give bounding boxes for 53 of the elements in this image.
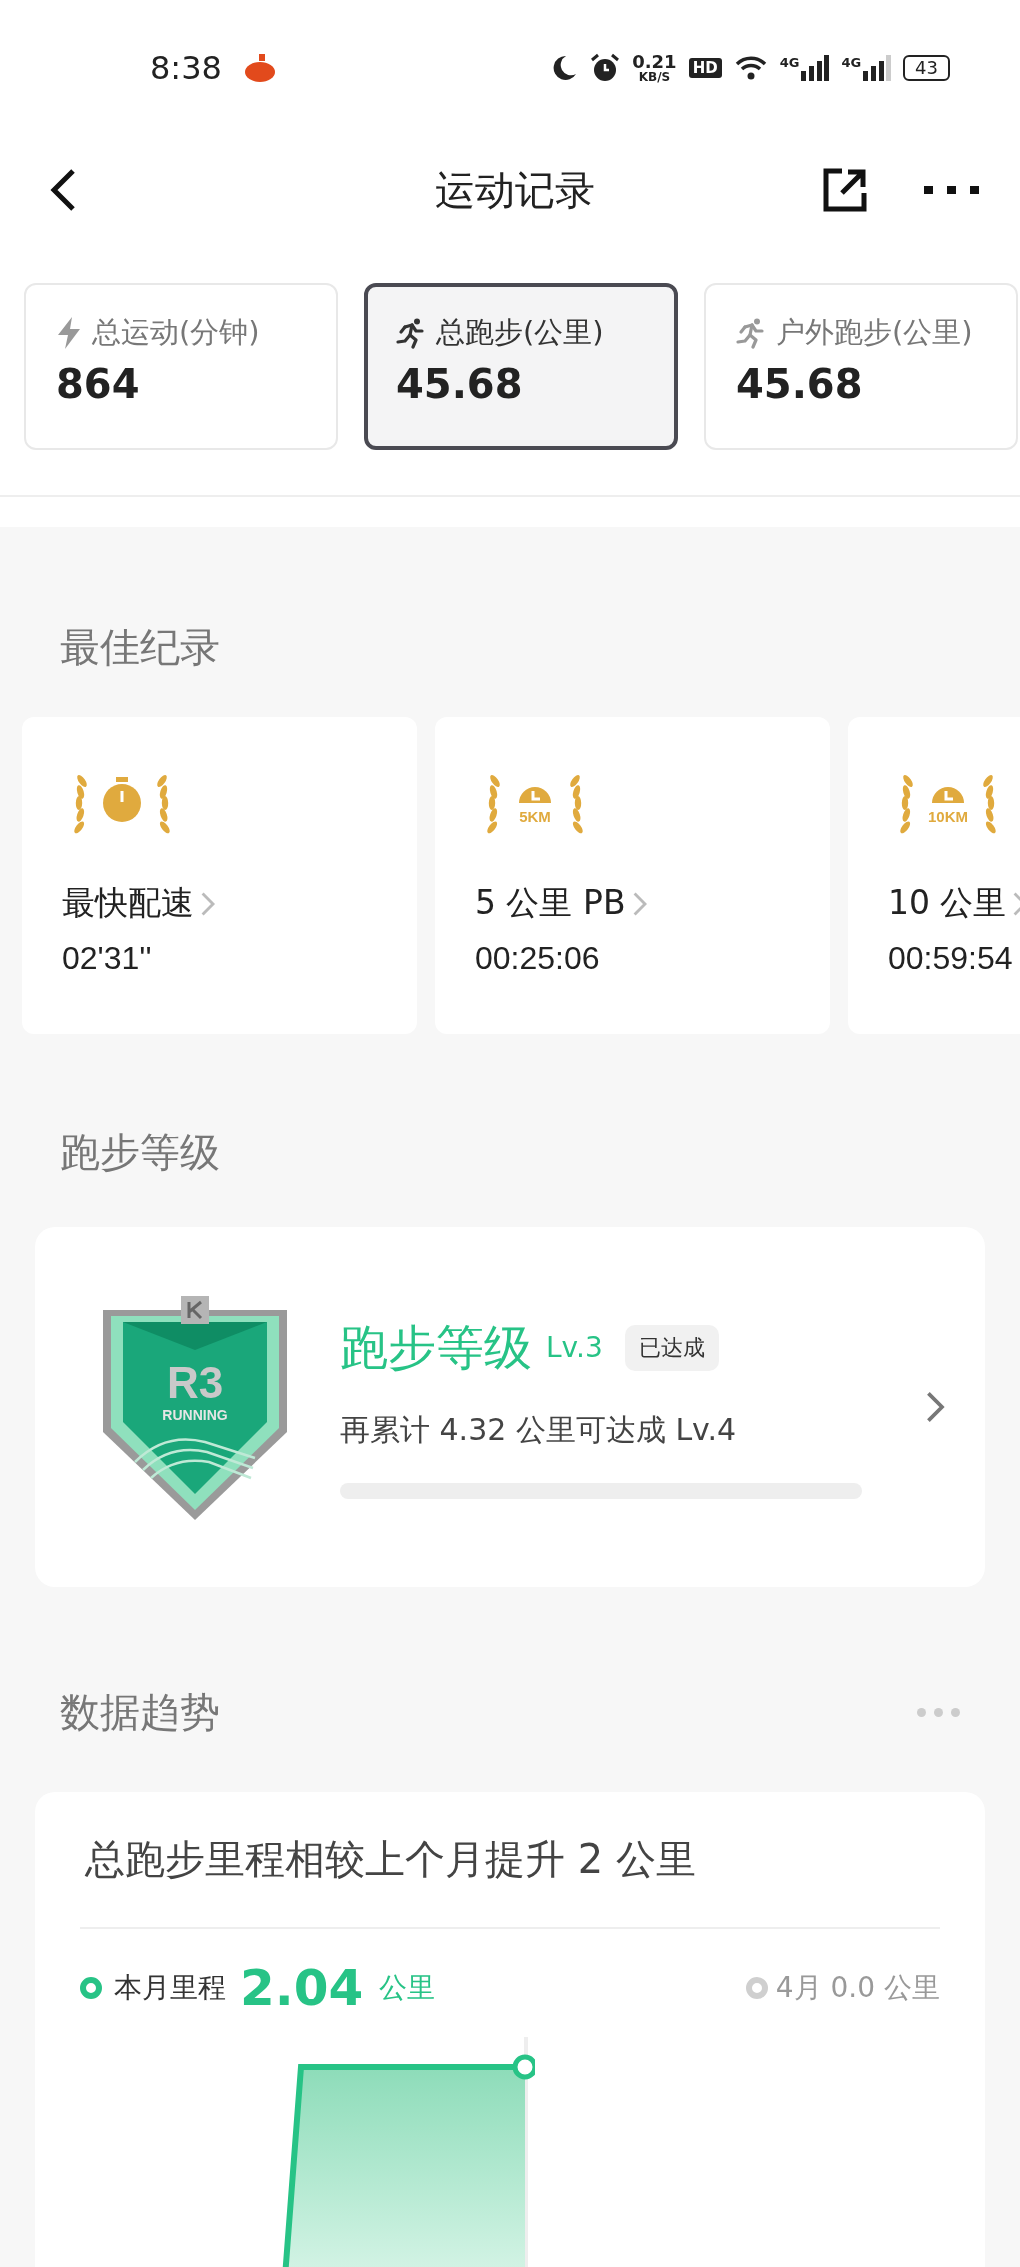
- record-label: 最快配速: [62, 882, 194, 924]
- section-heading: 跑步等级: [60, 1128, 220, 1177]
- distance-unit: 公里: [379, 1970, 436, 2006]
- tab-label: 户外跑步(公里): [776, 314, 973, 351]
- signal-icon: [863, 54, 892, 81]
- record-value: 00:25:06: [475, 940, 601, 977]
- tab-label: 总运动(分钟): [92, 314, 260, 351]
- more-button[interactable]: [924, 185, 980, 195]
- legend-label: 本月里程: [114, 1970, 226, 2006]
- achieved-tag: 已达成: [624, 1324, 719, 1371]
- chevron-right-icon: [924, 1390, 945, 1424]
- stat-tab[interactable]: 户外跑步(公里) 45.68: [704, 283, 1018, 450]
- back-button[interactable]: [50, 168, 76, 212]
- record-label: 5 公里 PB: [475, 882, 626, 924]
- runner-icon: [736, 317, 766, 349]
- share-button[interactable]: [822, 167, 868, 213]
- runner-icon: [396, 317, 426, 349]
- stat-tab[interactable]: 总跑步(公里) 45.68: [364, 283, 678, 450]
- tab-value: 864: [56, 361, 141, 407]
- page-title: 运动记录: [435, 165, 595, 215]
- chevron-right-icon: [200, 890, 216, 917]
- network-speed: 0.21 KB/S: [632, 52, 677, 83]
- section-heading: 最佳纪录: [60, 623, 220, 672]
- legend-ring-icon: [80, 1977, 102, 1999]
- level-card[interactable]: R3 RUNNING 跑步等级 Lv.3 已达成 再累计 4.32 公里可达成 Lv.4: [35, 1227, 985, 1587]
- record-card[interactable]: 5KM 5 公里 PB 00:25:06: [435, 717, 830, 1034]
- level-label: Lv.3: [546, 1331, 603, 1364]
- tomato-app-icon: [243, 53, 276, 82]
- tab-label: 总跑步(公里): [436, 314, 604, 351]
- chevron-right-icon: [631, 890, 648, 917]
- record-card[interactable]: 10KM 10 公里 00:59:54: [848, 717, 1020, 1034]
- stat-tab[interactable]: 总运动(分钟) 864: [24, 283, 338, 450]
- network-type: 4G: [841, 54, 862, 70]
- record-value: 00:59:54: [888, 940, 1014, 977]
- alarm-clock-icon: [590, 52, 621, 83]
- section-heading: 数据趋势: [60, 1688, 220, 1737]
- level-title: 跑步等级: [340, 1317, 532, 1377]
- record-value: 02'31'': [62, 940, 153, 977]
- network-type: 4G: [779, 54, 800, 70]
- tab-value: 45.68: [736, 361, 864, 407]
- level-hint: 再累计 4.32 公里可达成 Lv.4: [340, 1410, 738, 1449]
- status-time: 8:38: [150, 48, 222, 87]
- tab-value: 45.68: [396, 361, 524, 407]
- trend-summary: 总跑步里程相较上个月提升 2 公里: [84, 1835, 697, 1884]
- current-distance: 2.04: [240, 1959, 364, 2017]
- previous-month-distance: 4月 0.0 公里: [775, 1970, 940, 2006]
- record-card[interactable]: 最快配速 02'31'': [22, 717, 417, 1034]
- battery-level: 43: [903, 54, 950, 81]
- legend-ring-icon: [745, 1977, 768, 1999]
- signal-icon: [801, 54, 830, 81]
- record-label: 10 公里: [888, 882, 1007, 924]
- hd-badge: HD: [688, 57, 722, 78]
- lightning-icon: [56, 317, 82, 349]
